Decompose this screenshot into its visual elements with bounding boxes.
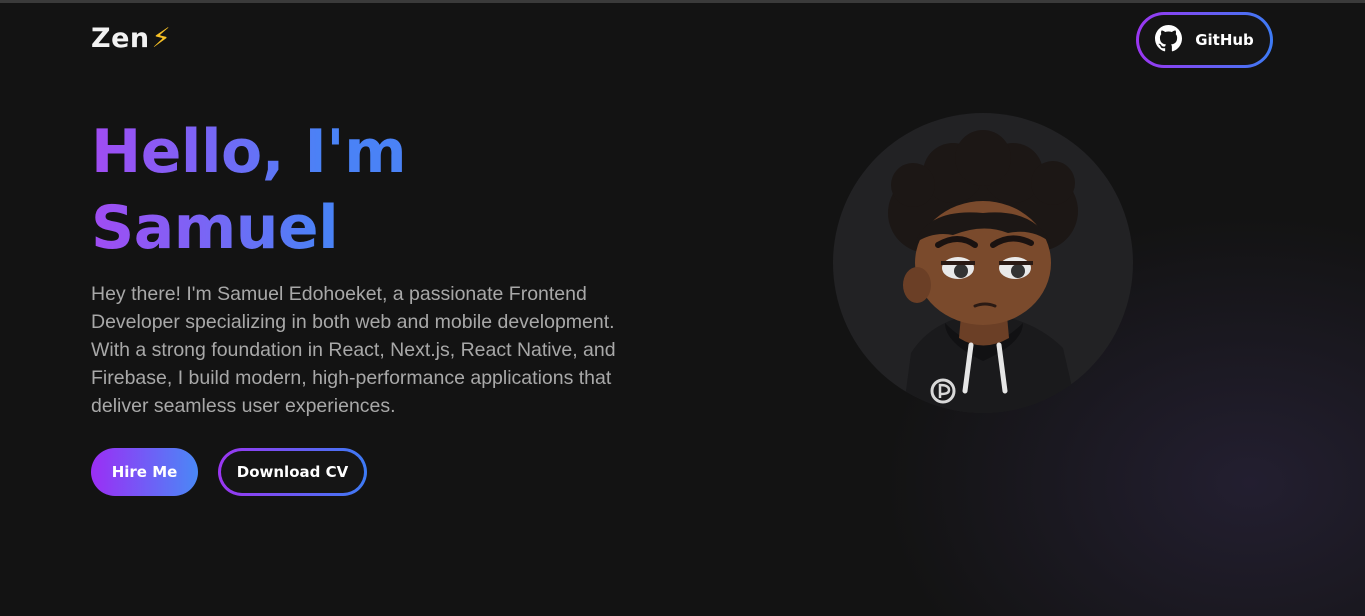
logo-text: Zen [91,23,150,54]
avatar-illustration [888,130,1078,413]
hero-title-line2: Samuel [91,193,339,263]
page: Zen ⚡ GitHub Hello, I'm Samuel Hey there… [0,0,1365,616]
hero-title-line1: Hello, I'm [91,117,407,187]
github-button-inner[interactable]: GitHub [1139,15,1270,65]
download-cv-button[interactable]: Download CV [218,448,367,496]
hero-description: Hey there! I'm Samuel Edohoeket, a passi… [91,283,616,417]
github-icon [1155,24,1183,56]
hire-me-button[interactable]: Hire Me [91,448,198,496]
download-cv-label: Download CV [221,451,364,493]
github-button[interactable]: GitHub [1136,12,1273,68]
lightning-bolt-icon: ⚡ [151,23,172,54]
avatar [833,113,1133,413]
site-logo[interactable]: Zen ⚡ [91,23,171,54]
hero-title: Hello, I'm Samuel [91,114,511,266]
github-label: GitHub [1195,31,1254,49]
